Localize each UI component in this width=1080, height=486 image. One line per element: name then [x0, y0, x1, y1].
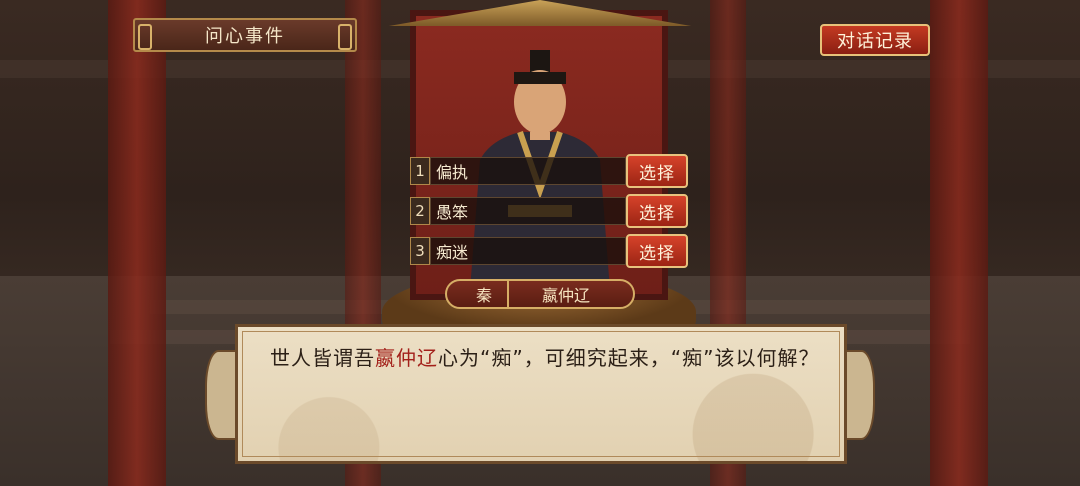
dialog-panel[interactable]: 世人皆谓吾嬴仲辽心为“痴”，可细究起来，“痴”该以何解？	[205, 320, 875, 468]
select-button-2[interactable]: 选择	[626, 194, 688, 228]
dialog-text: 世人皆谓吾嬴仲辽心为“痴”，可细究起来，“痴”该以何解？	[270, 343, 820, 373]
select-button-1[interactable]: 选择	[626, 154, 688, 188]
choice-number: 1	[410, 157, 430, 185]
choice-option-1: 1 偏执 选择	[410, 154, 688, 188]
choice-text: 偏执	[430, 157, 626, 185]
speaker-state: 秦	[461, 281, 509, 307]
choice-option-2: 2 愚笨 选择	[410, 194, 688, 228]
choice-option-3: 3 痴迷 选择	[410, 234, 688, 268]
dialog-highlight-name: 嬴仲辽	[375, 346, 438, 370]
speaker-nameplate: 秦 嬴仲辽	[445, 279, 635, 309]
scroll-ornament-left	[205, 350, 239, 440]
event-title-plaque: 问心事件	[133, 18, 357, 52]
red-pillar	[930, 0, 988, 486]
dialog-log-button[interactable]: 对话记录	[820, 24, 930, 56]
choice-text: 痴迷	[430, 237, 626, 265]
speaker-name: 嬴仲辽	[541, 286, 590, 305]
dialog-text-end: 心为“痴”，可细究起来，“痴”该以何解？	[438, 346, 820, 370]
choice-text: 愚笨	[430, 197, 626, 225]
choice-number: 2	[410, 197, 430, 225]
choice-number: 3	[410, 237, 430, 265]
dialog-box: 世人皆谓吾嬴仲辽心为“痴”，可细究起来，“痴”该以何解？	[235, 324, 847, 464]
select-button-3[interactable]: 选择	[626, 234, 688, 268]
red-pillar	[108, 0, 166, 486]
event-title: 问心事件	[205, 26, 285, 47]
dialog-text-start: 世人皆谓吾	[270, 346, 375, 370]
